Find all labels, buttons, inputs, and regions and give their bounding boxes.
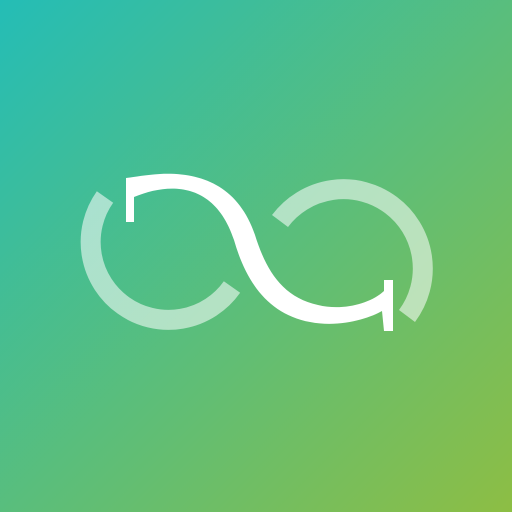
app-icon-canvas [0,0,512,512]
app-icon [0,0,512,512]
